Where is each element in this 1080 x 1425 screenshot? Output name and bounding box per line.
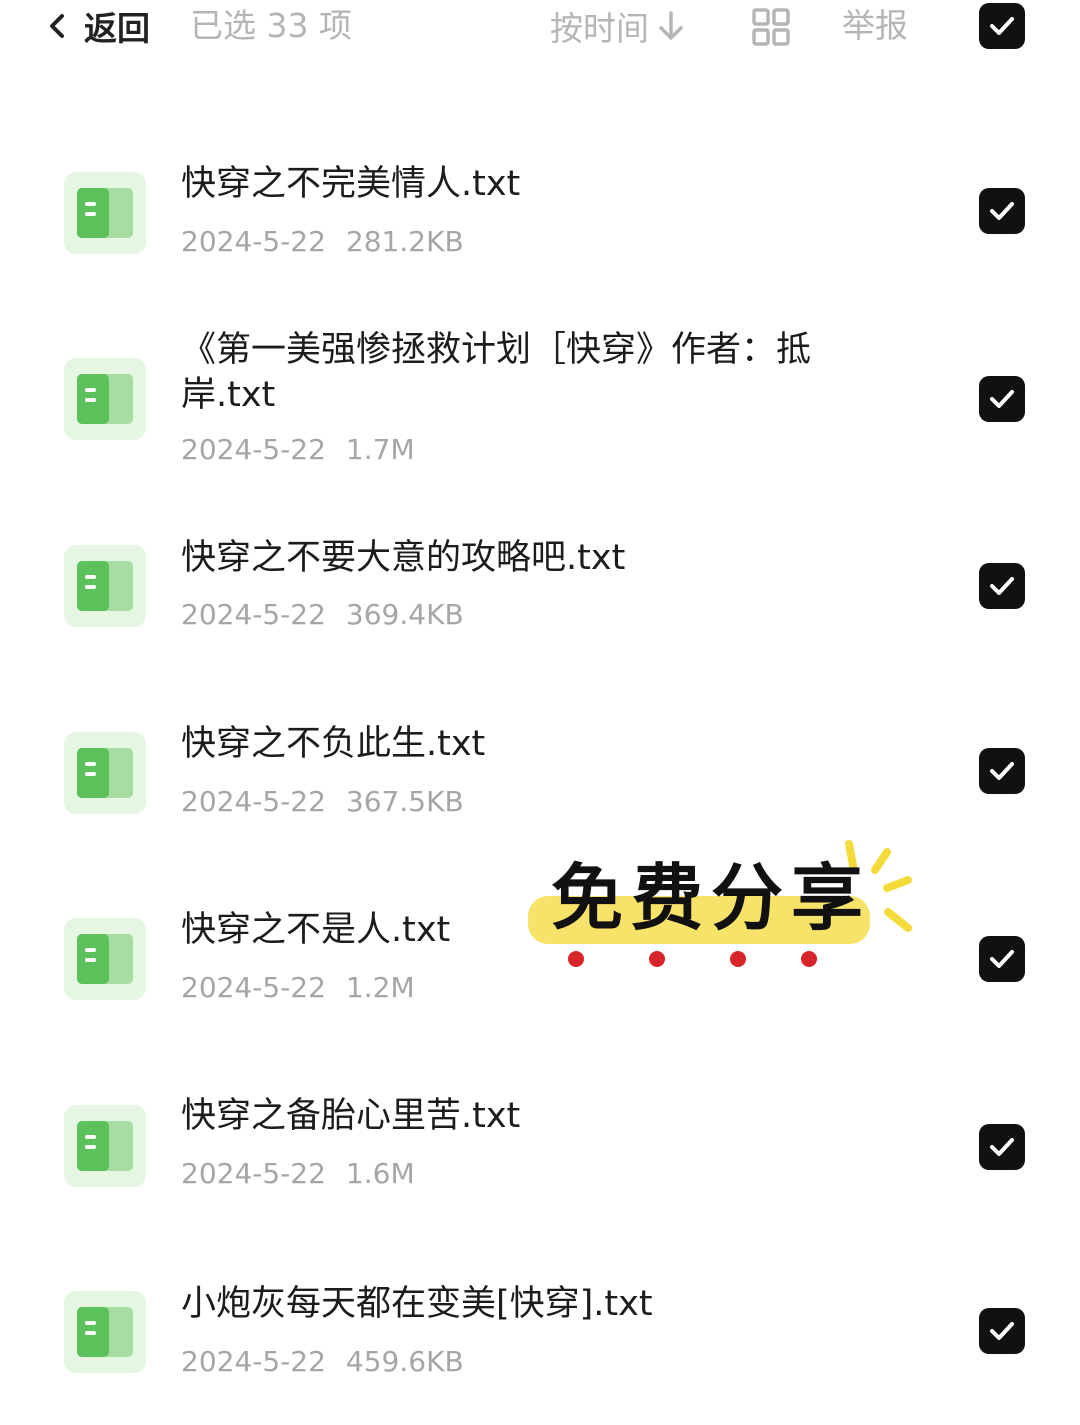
chevron-left-icon <box>50 14 64 38</box>
file-size: 1.6M <box>345 1157 415 1190</box>
checkmark-icon <box>990 390 1014 408</box>
checkmark-icon <box>990 762 1014 780</box>
back-button[interactable]: 返回 <box>44 4 150 48</box>
file-date: 2024-5-22 <box>181 1345 326 1378</box>
file-size: 281.2KB <box>345 225 464 258</box>
file-checkbox[interactable] <box>979 1308 1025 1354</box>
file-size: 459.6KB <box>345 1345 464 1378</box>
checkmark-icon <box>990 577 1014 595</box>
checkmark-icon <box>990 950 1014 968</box>
file-size: 1.2M <box>345 971 415 1004</box>
file-name: 快穿之不负此生.txt <box>181 724 486 764</box>
book-icon <box>64 1105 146 1187</box>
file-name: 快穿之不是人.txt <box>181 910 451 950</box>
file-checkbox[interactable] <box>979 563 1025 609</box>
checkmark-icon <box>990 202 1014 220</box>
top-bar: 返回 已选 33 项 按时间 举报 <box>0 0 1080 60</box>
file-meta: 2024-5-22 367.5KB <box>181 784 464 820</box>
file-date: 2024-5-22 <box>181 1157 326 1190</box>
file-meta: 2024-5-22 1.2M <box>181 970 415 1006</box>
file-checkbox[interactable] <box>979 748 1025 794</box>
file-meta: 2024-5-22 1.6M <box>181 1156 415 1192</box>
file-meta: 2024-5-22 281.2KB <box>181 224 464 260</box>
file-date: 2024-5-22 <box>181 785 326 818</box>
free-share-sticker: 免费分享 <box>525 838 917 970</box>
file-meta: 2024-5-22 369.4KB <box>181 597 464 633</box>
file-name: 小炮灰每天都在变美[快穿].txt <box>181 1284 653 1324</box>
arrow-down-icon <box>659 11 683 40</box>
file-name: 快穿之备胎心里苦.txt <box>181 1096 521 1136</box>
grid-view-icon[interactable] <box>752 8 790 46</box>
checkmark-icon <box>990 17 1014 35</box>
file-date: 2024-5-22 <box>181 433 326 466</box>
book-icon <box>64 1291 146 1373</box>
back-label: 返回 <box>84 9 150 48</box>
book-icon <box>64 918 146 1000</box>
book-icon <box>64 732 146 814</box>
select-all-checkbox[interactable] <box>979 3 1025 49</box>
selected-count: 已选 33 项 <box>190 6 352 45</box>
book-icon <box>64 545 146 627</box>
sort-by-time-button[interactable]: 按时间 <box>550 4 685 48</box>
checkmark-icon <box>990 1138 1014 1156</box>
book-icon <box>64 358 146 440</box>
book-icon <box>64 172 146 254</box>
file-meta: 2024-5-22 1.7M <box>181 432 415 468</box>
file-name: 《第一美强惨拯救计划［快穿》作者：抵岸.txt <box>181 330 812 415</box>
file-date: 2024-5-22 <box>181 971 326 1004</box>
file-size: 1.7M <box>345 433 415 466</box>
file-size: 367.5KB <box>345 785 464 818</box>
file-date: 2024-5-22 <box>181 598 326 631</box>
file-size: 369.4KB <box>345 598 464 631</box>
file-date: 2024-5-22 <box>181 225 326 258</box>
sort-label: 按时间 <box>550 9 649 48</box>
file-checkbox[interactable] <box>979 1124 1025 1170</box>
sticker-text: 免费分享 <box>551 856 872 940</box>
file-meta: 2024-5-22 459.6KB <box>181 1344 464 1380</box>
checkmark-icon <box>990 1322 1014 1340</box>
report-button[interactable]: 举报 <box>842 4 908 48</box>
file-name: 快穿之不要大意的攻略吧.txt <box>181 538 626 578</box>
file-name: 快穿之不完美情人.txt <box>181 164 521 204</box>
file-checkbox[interactable] <box>979 376 1025 422</box>
file-checkbox[interactable] <box>979 188 1025 234</box>
file-checkbox[interactable] <box>979 936 1025 982</box>
